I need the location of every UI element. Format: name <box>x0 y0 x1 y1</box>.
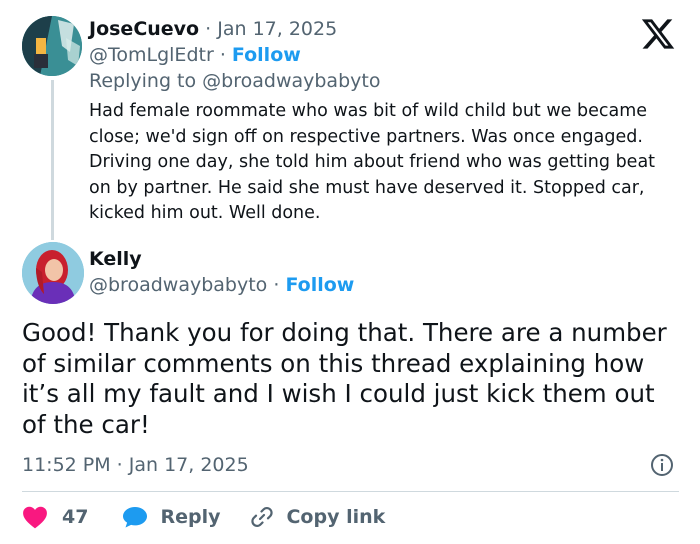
follow-button[interactable]: Follow <box>285 274 354 296</box>
tweet-timestamp[interactable]: 11:52 PM · Jan 17, 2025 <box>22 453 249 477</box>
parent-tweet-text: Had female roommate who was bit of wild … <box>89 101 656 223</box>
like-count: 47 <box>62 506 89 528</box>
main-handle-row: @broadwaybabyto · Follow <box>89 273 354 297</box>
follow-button[interactable]: Follow <box>232 44 301 66</box>
avatar[interactable] <box>22 16 82 76</box>
copy-link-label: Copy link <box>286 506 386 528</box>
like-button[interactable]: 47 <box>22 505 88 529</box>
separator-dot: · <box>219 44 226 66</box>
speech-bubble-icon <box>123 507 148 528</box>
action-bar: 47 Reply Copy link <box>22 503 385 531</box>
info-icon[interactable] <box>650 453 674 477</box>
main-tweet-text: Good! Thank you for doing that. There ar… <box>22 318 667 439</box>
reply-label: Reply <box>160 506 221 528</box>
parent-handle-row: @TomLglEdtr · Follow <box>89 43 301 67</box>
avatar[interactable] <box>22 242 84 304</box>
thread-line <box>51 80 54 240</box>
heart-icon <box>23 506 47 529</box>
parent-date[interactable]: · Jan 17, 2025 <box>205 18 337 40</box>
reply-button[interactable]: Reply <box>122 505 220 529</box>
main-display-name[interactable]: Kelly <box>89 247 142 271</box>
separator-dot: · <box>273 274 280 296</box>
link-icon <box>251 506 274 528</box>
parent-handle[interactable]: @TomLglEdtr <box>89 44 214 66</box>
parent-display-name[interactable]: JoseCuevo <box>89 18 199 40</box>
x-logo-icon[interactable] <box>640 16 676 52</box>
divider <box>22 491 679 492</box>
main-handle[interactable]: @broadwaybabyto <box>89 274 267 296</box>
replying-to: Replying to @broadwaybabyto <box>89 70 381 92</box>
parent-header: JoseCuevo · Jan 17, 2025 <box>89 17 337 41</box>
copy-link-button[interactable]: Copy link <box>250 505 385 529</box>
